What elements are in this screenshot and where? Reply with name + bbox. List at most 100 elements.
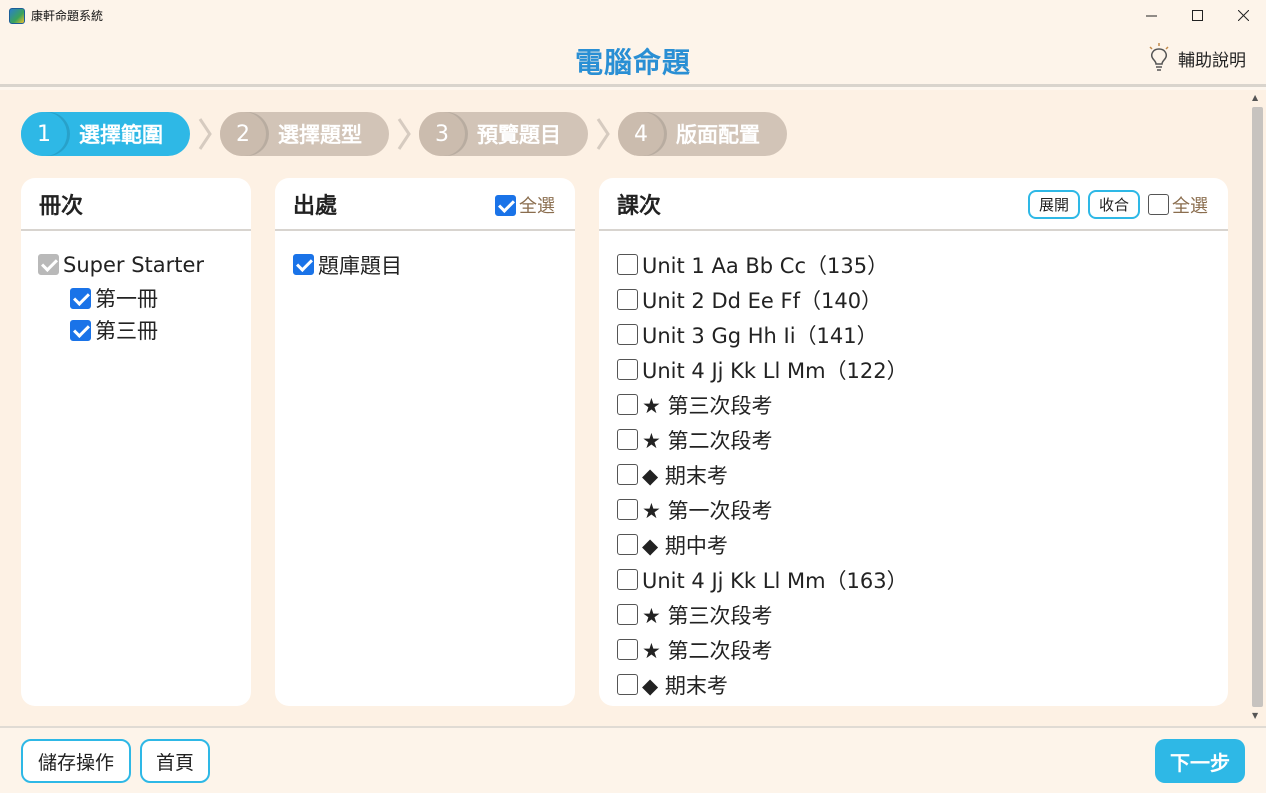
lesson-select-all-label: 全選	[1172, 195, 1208, 217]
lesson-checkbox[interactable]	[617, 534, 638, 555]
step-label: 選擇範圍	[79, 123, 163, 147]
lesson-label: ★ 第三次段考	[642, 393, 773, 418]
volume-panel: 冊次 Super Starter 第一冊 第三冊	[21, 178, 251, 706]
lesson-panel: 課次 展開 收合 全選 Unit 1 Aa Bb Cc（135） Unit 2 …	[599, 178, 1228, 706]
lesson-label: ★ 第三次段考	[642, 603, 773, 628]
lesson-label: Unit 1 Aa Bb Cc（135）	[642, 253, 889, 278]
volume-checkbox[interactable]	[70, 287, 91, 309]
app-title: 康軒命題系統	[31, 9, 104, 23]
footer-bar: 儲存操作 首頁 下一步	[0, 726, 1266, 793]
step-number: 3	[419, 112, 465, 156]
app-logo-icon	[9, 7, 25, 24]
chevron-right-icon	[588, 117, 618, 151]
close-button[interactable]	[1220, 0, 1266, 31]
series-item[interactable]: Super Starter	[38, 247, 233, 282]
volume-checkbox[interactable]	[70, 319, 91, 341]
lesson-panel-header: 課次 展開 收合 全選	[599, 178, 1228, 231]
maximize-button[interactable]	[1174, 0, 1220, 31]
close-icon	[1237, 10, 1249, 21]
page-header: 電腦命題 輔助說明	[0, 31, 1266, 87]
lesson-label: ★ 第一次段考	[642, 498, 773, 523]
step-label: 版面配置	[676, 123, 760, 147]
chevron-right-icon	[389, 117, 419, 151]
lesson-label: ★ 第二次段考	[642, 638, 773, 663]
scroll-up-icon[interactable]: ▲	[1252, 93, 1258, 102]
volume-item[interactable]: 第一冊	[38, 282, 233, 314]
source-select-all-label: 全選	[519, 196, 555, 217]
lesson-select-all-checkbox[interactable]	[1148, 194, 1169, 215]
minimize-button[interactable]	[1128, 0, 1174, 31]
collapse-button[interactable]: 收合	[1087, 190, 1140, 219]
lesson-checkbox[interactable]	[617, 639, 638, 660]
lesson-item[interactable]: ◆ 期中考	[617, 527, 1210, 562]
help-label: 輔助說明	[1178, 50, 1246, 71]
vertical-scrollbar[interactable]: ▲ ▼	[1249, 93, 1263, 723]
step-2[interactable]: 2 選擇題型	[220, 112, 389, 156]
lesson-item[interactable]: ★ 第一次段考	[617, 492, 1210, 527]
source-select-all-checkbox[interactable]	[495, 194, 516, 216]
source-item[interactable]: 題庫題目	[293, 247, 557, 282]
lightbulb-icon	[1149, 43, 1169, 71]
series-label: Super Starter	[63, 252, 205, 277]
scroll-thumb[interactable]	[1252, 107, 1263, 707]
lesson-select-all[interactable]: 全選	[1148, 192, 1208, 218]
source-checkbox[interactable]	[293, 254, 314, 275]
lesson-item[interactable]: Unit 1 Aa Bb Cc（135）	[617, 247, 1210, 282]
source-panel-header: 出處 全選	[275, 178, 575, 231]
source-select-all[interactable]: 全選	[495, 192, 555, 218]
lesson-item[interactable]: ★ 第二次段考	[617, 632, 1210, 667]
scroll-down-icon[interactable]: ▼	[1252, 711, 1258, 720]
lesson-item[interactable]: ★ 第三次段考	[617, 597, 1210, 632]
step-4[interactable]: 4 版面配置	[618, 112, 787, 156]
help-button[interactable]: 輔助說明	[1148, 43, 1246, 73]
lesson-item[interactable]: ◆ 期末考	[617, 667, 1210, 702]
lesson-item[interactable]: Unit 4 Jj Kk Ll Mm（122）	[617, 352, 1210, 387]
series-checkbox[interactable]	[38, 254, 59, 275]
lesson-label: ◆ 期末考	[642, 673, 728, 698]
lesson-item[interactable]: Unit 4 Jj Kk Ll Mm（163）	[617, 562, 1210, 597]
lesson-checkbox[interactable]	[617, 499, 638, 520]
lesson-item[interactable]: Unit 3 Gg Hh Ii（141）	[617, 317, 1210, 352]
step-progress: 1 選擇範圍 2 選擇題型 3 預覽題目 4 版面配置	[21, 112, 787, 156]
lesson-item[interactable]: ★ 第二次段考	[617, 422, 1210, 457]
home-button[interactable]: 首頁	[140, 739, 210, 783]
lesson-checkbox[interactable]	[617, 674, 638, 695]
volume-item[interactable]: 第三冊	[38, 314, 233, 346]
lesson-checkbox[interactable]	[617, 324, 638, 345]
title-bar: 康軒命題系統	[0, 0, 1266, 31]
source-panel-title: 出處	[293, 193, 338, 219]
volume-panel-title: 冊次	[39, 193, 84, 219]
lesson-item[interactable]: ★ 第三次段考	[617, 387, 1210, 422]
step-3[interactable]: 3 預覽題目	[419, 112, 588, 156]
volume-label: 第一冊	[95, 287, 158, 311]
lesson-label: Unit 4 Jj Kk Ll Mm（163）	[642, 568, 908, 593]
lesson-list: Unit 1 Aa Bb Cc（135） Unit 2 Dd Ee Ff（140…	[599, 231, 1228, 702]
lesson-label: Unit 2 Dd Ee Ff（140）	[642, 288, 883, 313]
lesson-item[interactable]: ◆ 期末考	[617, 457, 1210, 492]
lesson-checkbox[interactable]	[617, 394, 638, 415]
lesson-checkbox[interactable]	[617, 604, 638, 625]
save-button[interactable]: 儲存操作	[21, 739, 131, 783]
source-label: 題庫題目	[318, 253, 402, 278]
lesson-checkbox[interactable]	[617, 464, 638, 485]
lesson-checkbox[interactable]	[617, 569, 638, 590]
next-step-button[interactable]: 下一步	[1155, 739, 1245, 783]
lesson-label: ◆ 期中考	[642, 533, 728, 558]
lesson-checkbox[interactable]	[617, 254, 638, 275]
expand-button[interactable]: 展開	[1027, 190, 1080, 219]
lesson-panel-title: 課次	[617, 193, 662, 219]
lesson-checkbox[interactable]	[617, 359, 638, 380]
step-label: 選擇題型	[278, 123, 362, 147]
lesson-label: Unit 3 Gg Hh Ii（141）	[642, 323, 878, 348]
window-controls	[1128, 0, 1266, 31]
lesson-checkbox[interactable]	[617, 429, 638, 450]
lesson-label: Unit 4 Jj Kk Ll Mm（122）	[642, 358, 908, 383]
lesson-item[interactable]: Unit 2 Dd Ee Ff（140）	[617, 282, 1210, 317]
volume-panel-header: 冊次	[21, 178, 251, 231]
lesson-checkbox[interactable]	[617, 289, 638, 310]
lesson-label: ★ 第二次段考	[642, 428, 773, 453]
chevron-right-icon	[190, 117, 220, 151]
step-1[interactable]: 1 選擇範圍	[21, 112, 190, 156]
volume-label: 第三冊	[95, 319, 158, 343]
page-title: 電腦命題	[574, 46, 691, 79]
